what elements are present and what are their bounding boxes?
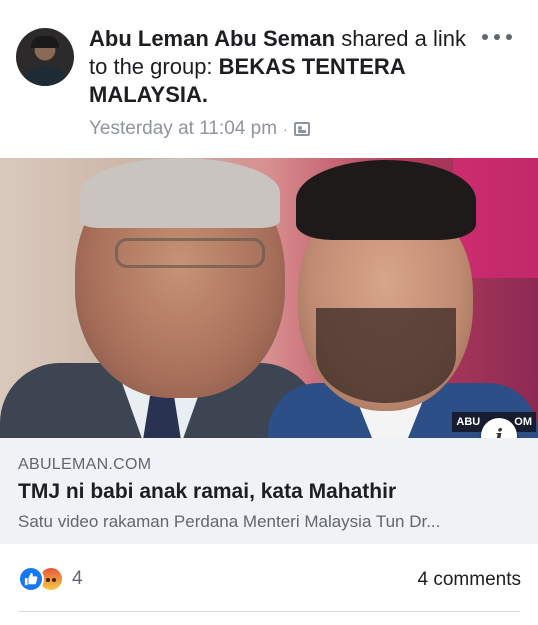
link-domain: ABULEMAN.COM — [18, 456, 152, 473]
meta-separator: · — [283, 121, 288, 137]
photo-right-person — [268, 158, 538, 438]
link-description: Satu video rakaman Perdana Menteri Malay… — [18, 512, 441, 531]
photo-left-person — [0, 158, 320, 438]
reaction-count: 4 — [72, 568, 83, 589]
link-preview-image[interactable]: ABU OM — [0, 158, 538, 438]
more-options-icon[interactable] — [482, 32, 512, 42]
feed-post: Abu Leman Abu Seman shared a link to the… — [0, 0, 538, 625]
reactions-summary[interactable]: 4 — [18, 566, 83, 592]
like-icon — [18, 566, 44, 592]
post-meta: Yesterday at 11:04 pm · — [89, 118, 310, 140]
post-header: Abu Leman Abu Seman shared a link to the… — [89, 25, 474, 109]
post-footer: 4 4 comments — [0, 560, 538, 600]
group-suffix: . — [201, 82, 208, 107]
link-title[interactable]: TMJ ni babi anak ramai, kata Mahathir — [18, 480, 520, 504]
footer-divider — [18, 611, 520, 612]
group-audience-icon — [293, 122, 310, 136]
author-name[interactable]: Abu Leman Abu Seman — [89, 26, 335, 51]
post-timestamp[interactable]: Yesterday at 11:04 pm — [89, 118, 277, 140]
watermark-left: ABU — [456, 416, 481, 428]
link-caption[interactable]: ABULEMAN.COM TMJ ni babi anak ramai, kat… — [0, 438, 538, 544]
comments-count[interactable]: 4 comments — [418, 569, 521, 591]
author-avatar[interactable] — [16, 28, 74, 86]
watermark-right: OM — [514, 416, 532, 428]
